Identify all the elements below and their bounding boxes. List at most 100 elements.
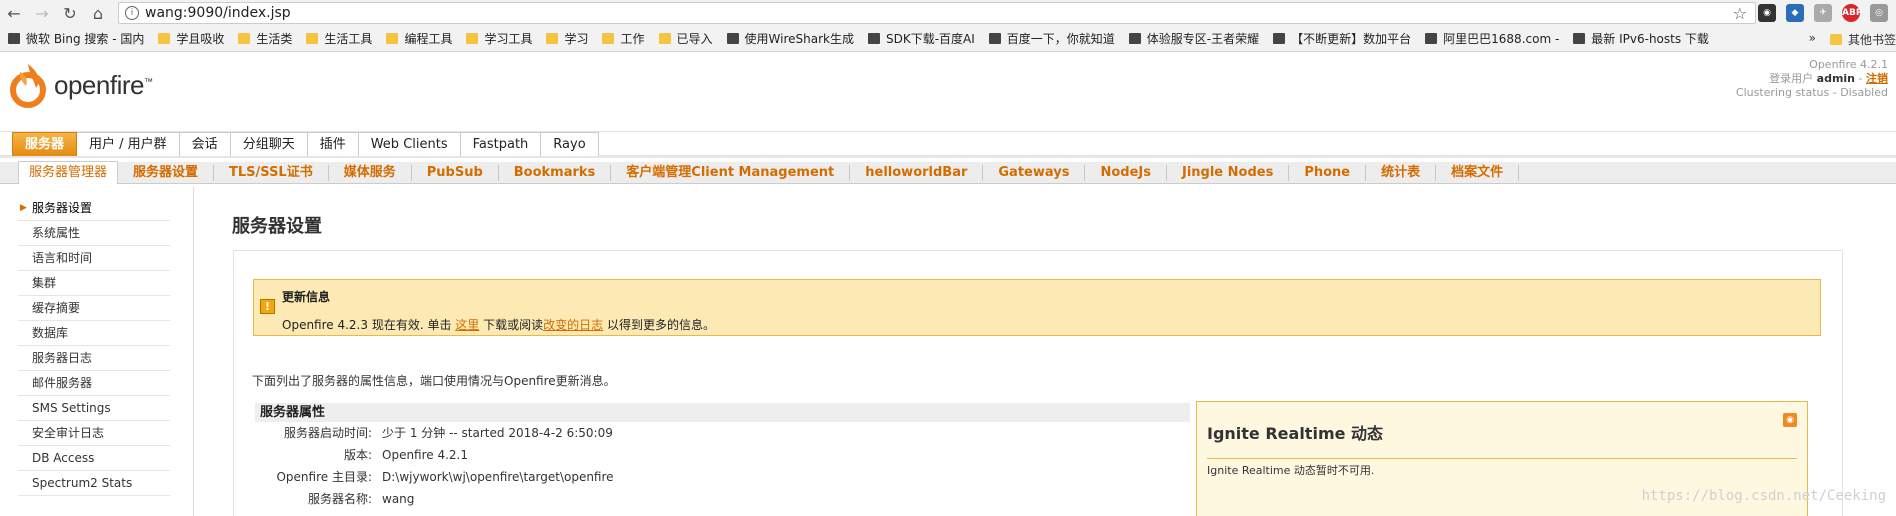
doc-icon — [1573, 33, 1586, 44]
ignite-title: Ignite Realtime 动态 — [1207, 424, 1384, 443]
sub-tab[interactable]: Bookmarks — [499, 164, 612, 181]
extension-bar: ◉ ◆ ✈ ABP ◎ — [1758, 4, 1888, 22]
bookmark-item[interactable]: 阿里巴巴1688.com - — [1425, 30, 1559, 47]
sidebar-item[interactable]: Spectrum2 Stats — [18, 471, 170, 496]
sidebar-item[interactable]: 邮件服务器 — [18, 371, 170, 396]
folder-icon — [158, 33, 171, 44]
sidebar-item[interactable]: 缓存摘要 — [18, 296, 170, 321]
ai-icon — [867, 33, 880, 44]
bookmark-item[interactable]: 使用WireShark生成 — [726, 30, 854, 47]
alibaba-icon — [1425, 33, 1438, 44]
sidebar-item[interactable]: 集群 — [18, 271, 170, 296]
extension-icon[interactable]: ◎ — [1870, 4, 1888, 22]
page-title: 服务器设置 — [232, 216, 322, 237]
sidebar-item-label: Spectrum2 Stats — [32, 476, 133, 490]
extension-icon[interactable]: ◉ — [1758, 4, 1776, 22]
sidebar-item[interactable]: 系统属性 — [18, 221, 170, 246]
main-tab[interactable]: 用户 / 用户群 — [77, 132, 180, 156]
sidebar-item-label: 语言和时间 — [32, 251, 93, 265]
bookmark-item[interactable]: 学习工具 — [466, 30, 532, 47]
bookmark-label: 微软 Bing 搜索 - 国内 — [26, 32, 145, 46]
extension-icon[interactable]: ◆ — [1786, 4, 1804, 22]
rss-icon[interactable]: ◉ — [1783, 413, 1797, 427]
folder-icon — [602, 33, 615, 44]
bookmark-item[interactable]: 生活类 — [238, 30, 292, 47]
main-tab[interactable]: Web Clients — [358, 132, 461, 156]
sub-tab[interactable]: PubSub — [412, 164, 499, 181]
main-tab[interactable]: Rayo — [541, 132, 599, 156]
home-icon[interactable]: ⌂ — [84, 4, 112, 23]
main-tab[interactable]: 服务器 — [12, 132, 78, 156]
sub-tab[interactable]: NodeJs — [1085, 164, 1167, 181]
bookmark-label: 学习工具 — [484, 32, 533, 46]
bookmark-item[interactable]: 体验服专区-王者荣耀 — [1128, 30, 1259, 47]
sidebar-item[interactable]: ▶ 服务器设置 — [18, 196, 170, 221]
sub-tab[interactable]: Jingle Nodes — [1167, 164, 1290, 181]
bookmark-item[interactable]: 学习 — [546, 30, 588, 47]
sub-tab[interactable]: 统计表 — [1366, 164, 1437, 181]
game-icon — [1128, 33, 1141, 44]
more-bookmarks-button[interactable]: » — [1809, 31, 1816, 45]
url-text[interactable]: wang:9090/index.jsp — [145, 5, 291, 21]
sidebar-item[interactable]: SMS Settings — [18, 396, 170, 421]
download-link[interactable]: 这里 — [455, 318, 479, 332]
address-bar[interactable]: i wang:9090/index.jsp ☆ — [118, 2, 1756, 24]
sidebar-item[interactable]: 语言和时间 — [18, 246, 170, 271]
bookmark-item[interactable]: 工作 — [602, 30, 645, 47]
sidebar-item[interactable]: 数据库 — [18, 321, 170, 346]
bookmark-label: SDK下载-百度AI — [885, 32, 975, 46]
back-icon[interactable]: ← — [0, 4, 28, 23]
logout-link[interactable]: 注销 — [1866, 72, 1888, 85]
property-key: Openfire 主目录: — [276, 470, 372, 484]
star-icon[interactable]: ☆ — [1733, 4, 1747, 23]
folder-icon — [238, 33, 251, 44]
sub-tab[interactable]: Phone — [1289, 164, 1367, 181]
info-icon[interactable]: i — [125, 6, 139, 20]
adblock-icon[interactable]: ABP — [1842, 4, 1862, 22]
main-tab[interactable]: 分组聊天 — [230, 132, 308, 156]
bookmark-label: 【不断更新】数加平台 — [1291, 32, 1412, 46]
watermark: https://blog.csdn.net/Ceeking — [1641, 488, 1886, 504]
bookmark-item[interactable]: 最新 IPv6-hosts 下载 — [1573, 30, 1709, 47]
other-bookmarks[interactable]: 其他书签 — [1823, 31, 1896, 48]
sub-tab[interactable]: 客户端管理Client Management — [611, 164, 851, 181]
bookmark-item[interactable]: 生活工具 — [306, 30, 372, 47]
main-tab[interactable]: 会话 — [179, 132, 231, 156]
update-message: Openfire 4.2.3 现在有效. 单击 这里 下载或阅读改变的日志 以得… — [282, 318, 715, 332]
bookmark-item[interactable]: 编程工具 — [386, 30, 452, 47]
bookmark-item[interactable]: 微软 Bing 搜索 - 国内 — [8, 30, 144, 47]
sidebar-item[interactable]: 服务器日志 — [18, 346, 170, 371]
wireshark-icon — [726, 33, 739, 44]
property-row: 服务器名称: wang — [255, 488, 1190, 510]
main-tab[interactable]: Fastpath — [460, 132, 542, 156]
bookmark-item[interactable]: 【不断更新】数加平台 — [1273, 30, 1411, 47]
sidebar: ▶ 服务器设置系统属性语言和时间集群 缓存摘要 数据库 服务器日志邮件服务器 SMS Se… — [18, 196, 170, 496]
bird-icon[interactable]: ✈ — [1814, 4, 1832, 22]
sub-tab[interactable]: 档案文件 — [1436, 164, 1520, 181]
bookmark-item[interactable]: 学且吸收 — [158, 30, 224, 47]
changelog-link[interactable]: 改变的日志 — [543, 318, 603, 332]
bookmark-item[interactable]: 百度一下，你就知道 — [988, 30, 1115, 47]
bookmark-item[interactable]: 已导入 — [658, 30, 713, 47]
bookmarks-bar: 微软 Bing 搜索 - 国内 学且吸收 生活类 生活工具 编程工具 学习工具 学习 工作 已导… — [0, 26, 1896, 52]
property-key: 服务器启动时间: — [283, 426, 372, 440]
sub-tab[interactable]: TLS/SSL证书 — [214, 164, 329, 181]
active-arrow-icon: ▶ — [20, 203, 27, 213]
sidebar-item-label: 邮件服务器 — [32, 376, 93, 390]
sub-tab[interactable]: 服务器管理器 — [18, 161, 119, 184]
main-tabs: 服务器 用户 / 用户群 会话 分组聊天 插件 Web Clients Fastpath Ra… — [0, 132, 1896, 158]
sub-tab[interactable]: 媒体服务 — [329, 164, 412, 181]
sub-tab[interactable]: 服务器设置 — [118, 164, 215, 181]
main-tab[interactable]: 插件 — [307, 132, 359, 156]
bookmark-item[interactable]: SDK下载-百度AI — [867, 30, 975, 47]
folder-icon — [546, 33, 559, 44]
sidebar-item[interactable]: 安全审计日志 — [18, 421, 170, 446]
server-properties-table: 服务器属性 服务器启动时间: 少于 1 分钟 -- started 2018-4-… — [255, 403, 1190, 510]
sub-tab[interactable]: Gateways — [983, 164, 1086, 181]
sidebar-item-label: 服务器设置 — [32, 201, 93, 215]
sidebar-item[interactable]: DB Access — [18, 446, 170, 471]
forward-icon[interactable]: → — [28, 4, 56, 23]
sub-tab[interactable]: helloworldBar — [850, 164, 984, 181]
openfire-logo[interactable]: openfire™ — [8, 62, 153, 108]
reload-icon[interactable]: ↻ — [56, 4, 84, 23]
